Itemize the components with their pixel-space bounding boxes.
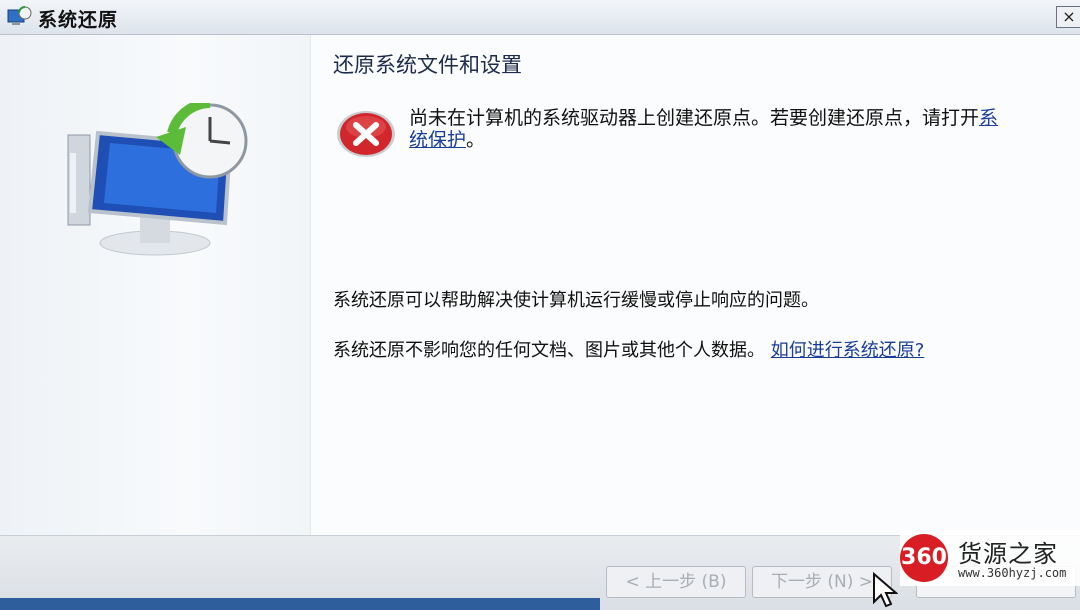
taskbar-strip <box>0 598 600 610</box>
close-button[interactable]: × <box>1056 6 1080 28</box>
how-to-system-restore-link[interactable]: 如何进行系统还原? <box>771 340 925 361</box>
sidebar <box>0 35 311 535</box>
description-2: 系统还原不影响您的任何文档、图片或其他个人数据。 如何进行系统还原? <box>333 340 1023 362</box>
watermark-logo: 360 <box>900 534 948 582</box>
system-restore-app-icon <box>7 6 32 25</box>
error-message: 尚未在计算机的系统驱动器上创建还原点。若要创建还原点，请打开系统保护。 <box>409 107 1009 151</box>
watermark: 360 货源之家 www.360hyzj.com <box>900 530 1080 586</box>
description-2-text: 系统还原不影响您的任何文档、图片或其他个人数据。 <box>333 340 765 361</box>
system-restore-window: 系统还原 × 还原系统文件和设置 尚未在计算机的系统驱动器上创建还原点。若要创建 <box>0 0 1080 610</box>
system-restore-illustration-icon <box>67 103 248 256</box>
watermark-name: 货源之家 <box>958 540 1058 568</box>
page-title: 还原系统文件和设置 <box>333 53 522 77</box>
error-message-suffix: 。 <box>466 129 486 151</box>
back-button[interactable]: < 上一步 (B) <box>606 566 746 598</box>
watermark-url: www.360hyzj.com <box>958 566 1067 580</box>
title-bar: 系统还原 × <box>0 0 1080 35</box>
error-icon <box>337 111 395 157</box>
mouse-cursor-icon <box>873 572 898 608</box>
error-message-text: 尚未在计算机的系统驱动器上创建还原点。若要创建还原点，请打开 <box>409 107 980 129</box>
main-content: 还原系统文件和设置 尚未在计算机的系统驱动器上创建还原点。若要创建还原点，请打开… <box>311 35 1080 535</box>
description-1: 系统还原可以帮助解决使计算机运行缓慢或停止响应的问题。 <box>333 290 819 311</box>
window-title: 系统还原 <box>38 9 119 31</box>
next-button[interactable]: 下一步 (N) > <box>752 566 892 598</box>
